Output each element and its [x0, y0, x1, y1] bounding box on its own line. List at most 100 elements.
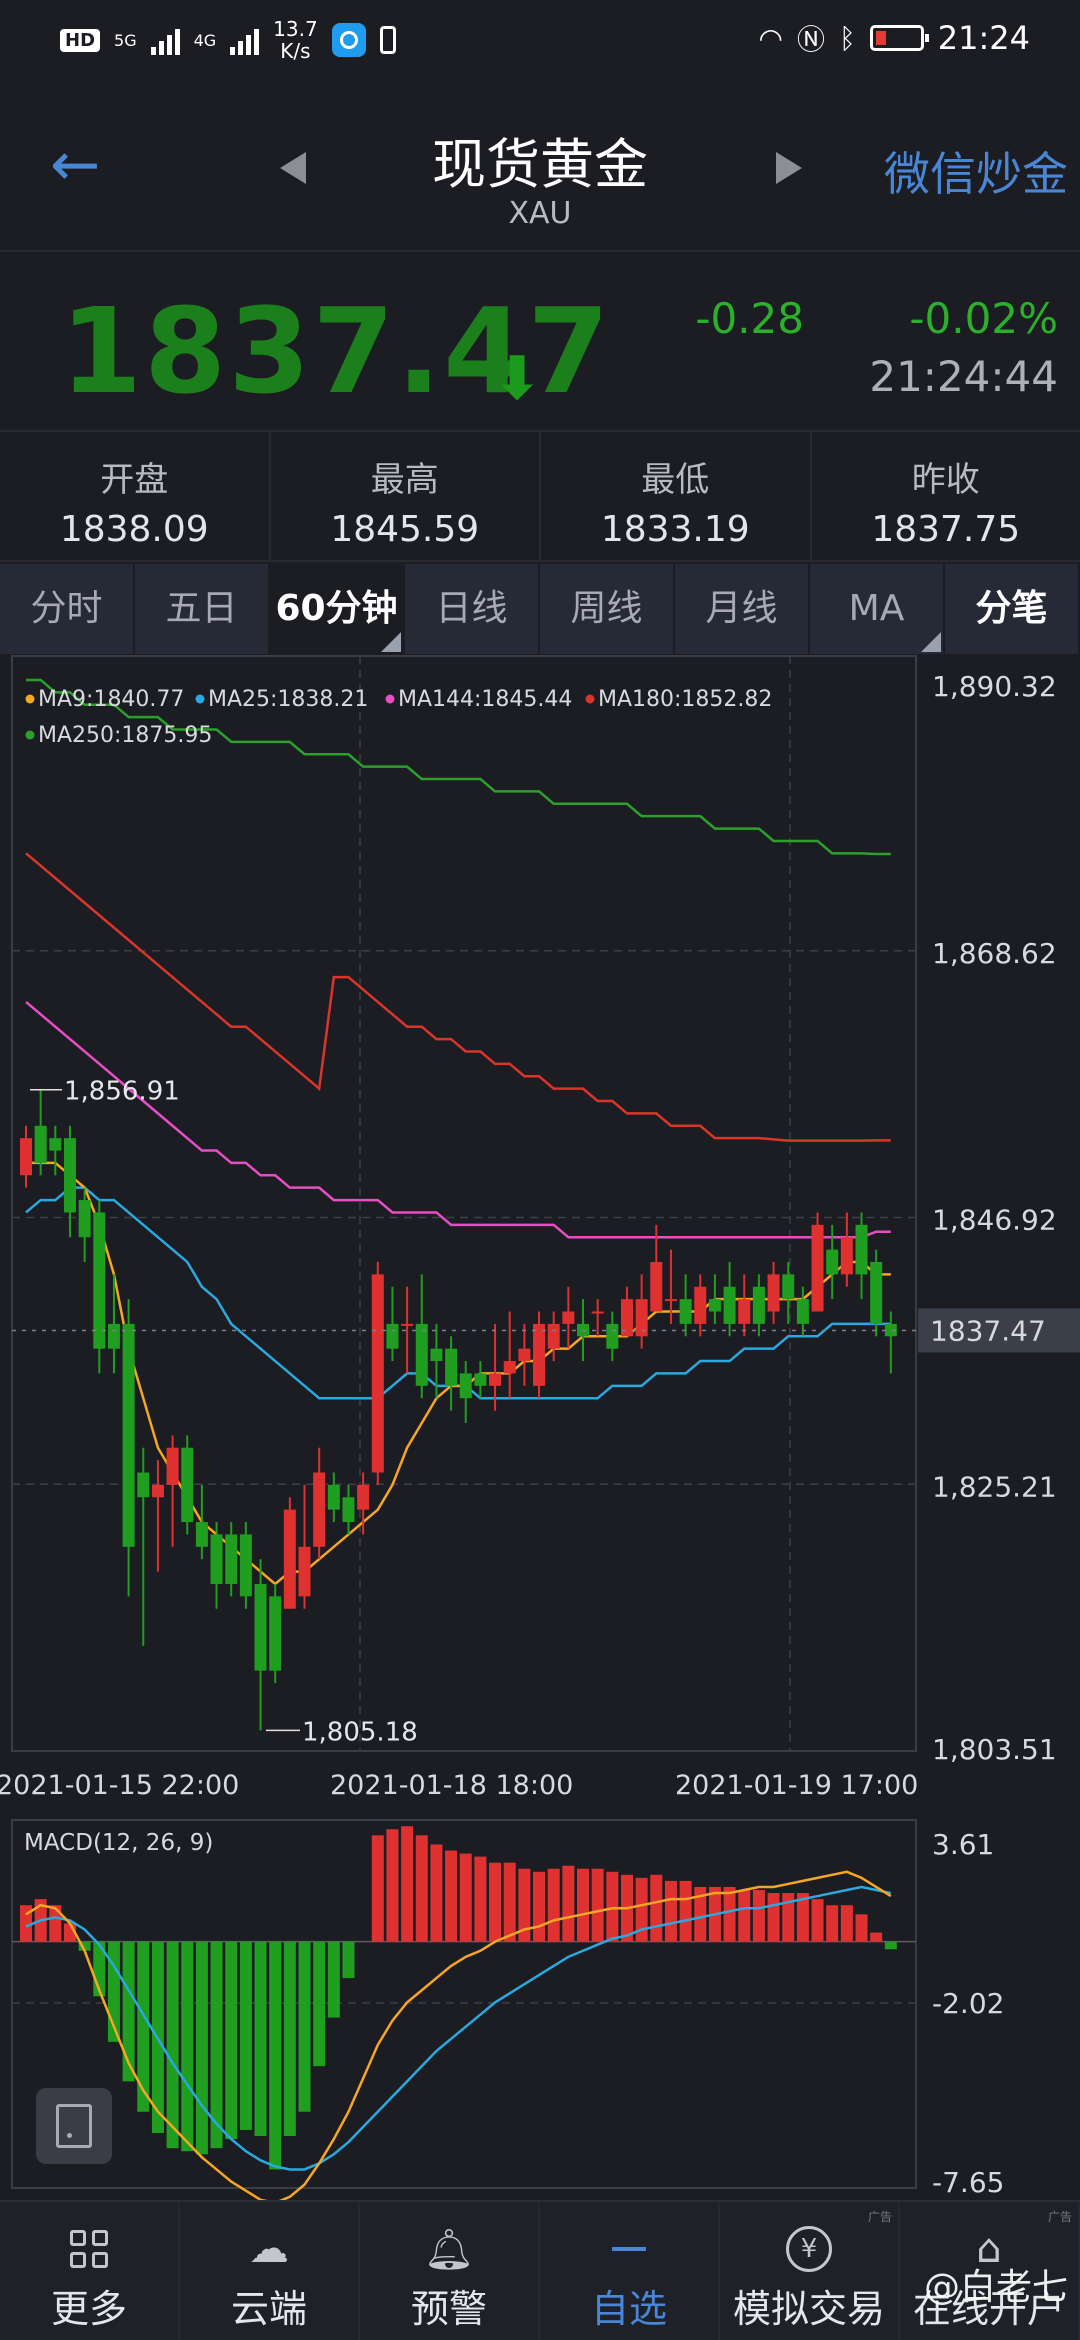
candle-body: [283, 1509, 296, 1609]
candle-body: [401, 1323, 414, 1326]
candle-body: [122, 1323, 135, 1547]
macd-bar: [870, 1932, 883, 1942]
candle-body: [107, 1323, 120, 1349]
stat-label: 最高: [370, 460, 439, 500]
max-price-label: 1,856.91: [64, 1077, 180, 1107]
macd-bar: [840, 1905, 853, 1942]
stat-low: 最低 1833.19: [541, 432, 812, 560]
legend-label: MA144:1845.44: [398, 687, 572, 712]
price-change: -0.28: [695, 294, 804, 343]
ad-tag: 广告: [867, 2210, 892, 2224]
tab-ticks[interactable]: 分笔: [945, 564, 1080, 654]
tab-label: MA: [848, 588, 905, 629]
candle-body: [782, 1274, 795, 1300]
candle-body: [459, 1373, 472, 1399]
tab-intraday[interactable]: 分时: [0, 564, 135, 654]
candle-body: [298, 1546, 311, 1597]
macd-bar: [738, 1890, 751, 1942]
tab-label: 60分钟: [275, 588, 398, 629]
bottom-nav: 更多 ☁ 云端 🔔︎ 预警 自选 ¥ 模拟交易 广告 ⌂ 在线开户 广告: [0, 2200, 1080, 2340]
macd-bar: [577, 1868, 590, 1942]
stat-high: 最高 1845.59: [271, 432, 541, 560]
tab-monthly[interactable]: 月线: [675, 564, 810, 654]
candle-body: [694, 1286, 707, 1324]
legend-label: MA9:1840.77: [38, 687, 184, 712]
macd-bar: [855, 1914, 868, 1942]
cloud-icon: ☁: [249, 2226, 289, 2272]
tab-weekly[interactable]: 周线: [540, 564, 675, 654]
nfc-icon: Ⓝ: [796, 23, 825, 56]
candle-body: [533, 1323, 546, 1386]
current-price-tag-label: 1837.47: [930, 1314, 1046, 1347]
macd-bar: [269, 1941, 282, 2170]
candle-body: [239, 1534, 252, 1597]
candle-body: [606, 1323, 619, 1349]
status-bar: HD 5G 4G 13.7 K/s ◠ Ⓝ ᛒ 21:24: [0, 0, 1080, 80]
macd-bar: [459, 1853, 472, 1942]
tab-five-day[interactable]: 五日: [135, 564, 270, 654]
speed-value: 13.7: [273, 17, 318, 41]
candle-body: [723, 1286, 736, 1324]
nav-more[interactable]: 更多: [0, 2202, 180, 2340]
tab-60min[interactable]: 60分钟: [270, 564, 405, 654]
watermark: @白老七: [923, 2267, 1068, 2308]
nav-alert[interactable]: 🔔︎ 预警: [360, 2202, 540, 2340]
macd-bar: [327, 1941, 340, 2018]
candle-body: [63, 1138, 76, 1213]
battery-icon: [869, 25, 929, 51]
dropdown-corner-icon: [921, 632, 941, 652]
wechat-trade-link[interactable]: 微信炒金: [884, 138, 1068, 204]
previous-symbol-icon[interactable]: [280, 152, 306, 184]
candle-body: [591, 1311, 604, 1314]
stat-open: 开盘 1838.09: [0, 432, 271, 560]
tab-ma[interactable]: MA: [810, 564, 945, 654]
nav-watchlist[interactable]: 自选: [540, 2202, 720, 2340]
candle-body: [474, 1373, 487, 1386]
macd-bar: [166, 1941, 179, 2149]
stat-value: 1838.09: [59, 509, 209, 550]
legend-dot: [25, 694, 35, 704]
candle-body: [225, 1534, 238, 1584]
layout-toggle-button[interactable]: [36, 2088, 112, 2164]
back-arrow-icon[interactable]: ←: [50, 135, 100, 195]
stat-value: 1845.59: [330, 509, 480, 550]
symbol-code: XAU: [508, 196, 572, 231]
next-symbol-icon[interactable]: [776, 152, 802, 184]
network-speed: 13.7 K/s: [273, 18, 318, 62]
candle-body: [826, 1249, 839, 1275]
macd-bar: [430, 1844, 443, 1942]
candle-body: [796, 1299, 809, 1324]
macd-bar: [371, 1835, 384, 1942]
tab-daily[interactable]: 日线: [405, 564, 540, 654]
status-time: 21:24: [937, 19, 1030, 57]
stat-label: 开盘: [100, 460, 169, 500]
candle-body: [445, 1348, 458, 1386]
speed-unit: K/s: [280, 39, 311, 63]
legend-dot: [25, 730, 35, 740]
nav-sim-trade[interactable]: ¥ 模拟交易 广告: [720, 2202, 900, 2340]
macd-bar: [664, 1880, 677, 1942]
candle-body: [503, 1361, 516, 1374]
stat-value: 1837.75: [871, 509, 1021, 550]
macd-bar: [562, 1865, 575, 1942]
stat-label: 最低: [641, 460, 710, 500]
candle-body: [20, 1138, 32, 1176]
price-change-percent: -0.02%: [909, 294, 1058, 343]
legend-label: MA180:1852.82: [598, 687, 772, 712]
macd-bar: [225, 1941, 238, 2140]
macd-bar: [386, 1829, 399, 1942]
kline-chart-svg[interactable]: 1,890.32 1,868.62 1,846.92 1,825.21 1,803.51…: [0, 654, 1080, 2205]
quote-time: 21:24:44: [869, 352, 1058, 401]
bell-icon: 🔔︎: [423, 2226, 475, 2273]
y-tick-label: 1,846.92: [932, 1204, 1057, 1237]
macd-bar: [503, 1862, 516, 1942]
macd-title: MACD(12, 26, 9): [24, 1830, 213, 1856]
nav-cloud[interactable]: ☁ 云端: [180, 2202, 360, 2340]
candle-body: [855, 1224, 868, 1275]
chart-area[interactable]: 1,890.32 1,868.62 1,846.92 1,825.21 1,803.51…: [0, 654, 1080, 2205]
signal-icon: [150, 25, 180, 55]
ma144-line: [25, 1000, 891, 1239]
candle-body: [547, 1323, 560, 1349]
macd-bar: [415, 1835, 428, 1942]
phone-layout-icon: [56, 2104, 92, 2148]
